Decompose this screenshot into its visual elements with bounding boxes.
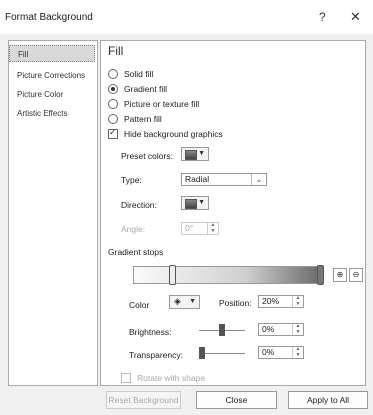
transparency-slider-track[interactable]	[199, 353, 245, 354]
sidebar-item-artistic-effects[interactable]: Artistic Effects	[9, 105, 95, 122]
picture-fill-label: Picture or texture fill	[124, 99, 200, 109]
transparency-spinner[interactable]: 0% ▲ ▼	[258, 346, 304, 359]
dropdown-arrow-icon: ▼	[189, 298, 196, 305]
angle-spinner[interactable]: 0° ▲ ▼	[181, 222, 219, 235]
help-button[interactable]: ?	[319, 10, 326, 24]
rotate-with-shape-option[interactable]: Rotate with shape	[121, 373, 205, 383]
solid-fill-radio[interactable]	[108, 69, 118, 79]
transparency-label: Transparency:	[129, 350, 184, 360]
solid-fill-label: Solid fill	[124, 69, 154, 79]
paint-bucket-icon: ◈	[174, 296, 181, 306]
reset-background-button[interactable]: Reset Background	[106, 391, 181, 409]
remove-stop-icon[interactable]: ⊖	[349, 268, 363, 282]
hide-background-checkbox[interactable]	[108, 127, 118, 139]
dropdown-arrow-icon: ▼	[198, 150, 205, 157]
dropdown-arrow-icon: ▼	[198, 199, 205, 206]
direction-preview-icon	[185, 199, 197, 209]
title-bar: Format Background ? ✕	[0, 0, 373, 34]
direction-label: Direction:	[121, 200, 157, 210]
picture-fill-option[interactable]: Picture or texture fill	[108, 99, 199, 109]
preset-colors-button[interactable]: ▼	[181, 147, 209, 161]
picture-fill-radio[interactable]	[108, 99, 118, 109]
transparency-slider-thumb[interactable]	[199, 347, 205, 359]
sidebar-item-picture-corrections[interactable]: Picture Corrections	[9, 67, 95, 84]
gradient-fill-radio[interactable]	[108, 84, 118, 94]
spinner-arrows-icon: ▲ ▼	[292, 323, 303, 335]
position-value: 20%	[262, 296, 280, 306]
preset-colors-label: Preset colors:	[121, 151, 173, 161]
apply-to-all-button[interactable]: Apply to All	[288, 391, 368, 409]
add-stop-icon[interactable]: ⊕	[333, 268, 347, 282]
hide-background-option[interactable]: Hide background graphics	[108, 127, 223, 139]
position-spinner[interactable]: 20% ▲ ▼	[258, 295, 304, 308]
brightness-spinner[interactable]: 0% ▲ ▼	[258, 323, 304, 336]
color-label: Color	[129, 300, 150, 310]
spinner-arrows-icon: ▲ ▼	[207, 222, 218, 234]
fill-panel: Fill Solid fill Gradient fill Picture or…	[100, 40, 366, 386]
gradient-swatch-icon	[185, 150, 197, 160]
pattern-fill-label: Pattern fill	[124, 114, 162, 124]
type-label: Type:	[121, 175, 142, 185]
pattern-fill-radio[interactable]	[108, 114, 118, 124]
gradient-stop-handle[interactable]	[317, 265, 324, 285]
direction-button[interactable]: ▼	[181, 196, 209, 210]
close-button[interactable]: Close	[196, 391, 277, 409]
dialog-title: Format Background	[5, 12, 93, 23]
spinner-arrows-icon: ▲ ▼	[292, 346, 303, 358]
fill-heading: Fill	[108, 44, 124, 58]
chevron-down-icon: ⌄	[251, 174, 266, 185]
angle-value: 0°	[185, 223, 194, 233]
pattern-fill-option[interactable]: Pattern fill	[108, 114, 162, 124]
brightness-label: Brightness:	[129, 327, 172, 337]
gradient-stops-bar[interactable]	[133, 266, 321, 284]
rotate-with-shape-checkbox[interactable]	[121, 373, 131, 383]
category-sidebar: Fill Picture Corrections Picture Color A…	[8, 40, 98, 386]
type-value: Radial	[185, 174, 210, 184]
transparency-value: 0%	[262, 347, 275, 357]
close-window-button[interactable]: ✕	[350, 9, 361, 25]
solid-fill-option[interactable]: Solid fill	[108, 69, 153, 79]
hide-background-label: Hide background graphics	[124, 129, 223, 139]
position-label: Position:	[219, 298, 252, 308]
gradient-fill-label: Gradient fill	[124, 84, 167, 94]
rotate-with-shape-label: Rotate with shape	[137, 373, 206, 383]
gradient-stops-label: Gradient stops	[108, 247, 164, 257]
brightness-slider-thumb[interactable]	[219, 324, 225, 336]
sidebar-item-picture-color[interactable]: Picture Color	[9, 86, 95, 103]
angle-label: Angle:	[121, 224, 146, 234]
type-select[interactable]: Radial ⌄	[181, 173, 267, 186]
stop-color-button[interactable]: ◈ ▼	[169, 295, 200, 309]
sidebar-item-fill[interactable]: Fill	[9, 45, 95, 62]
brightness-value: 0%	[262, 324, 275, 334]
gradient-fill-option[interactable]: Gradient fill	[108, 84, 167, 94]
spinner-arrows-icon: ▲ ▼	[292, 295, 303, 307]
gradient-stop-handle[interactable]	[169, 265, 176, 285]
format-background-dialog: Format Background ? ✕ Fill Picture Corre…	[0, 0, 373, 415]
